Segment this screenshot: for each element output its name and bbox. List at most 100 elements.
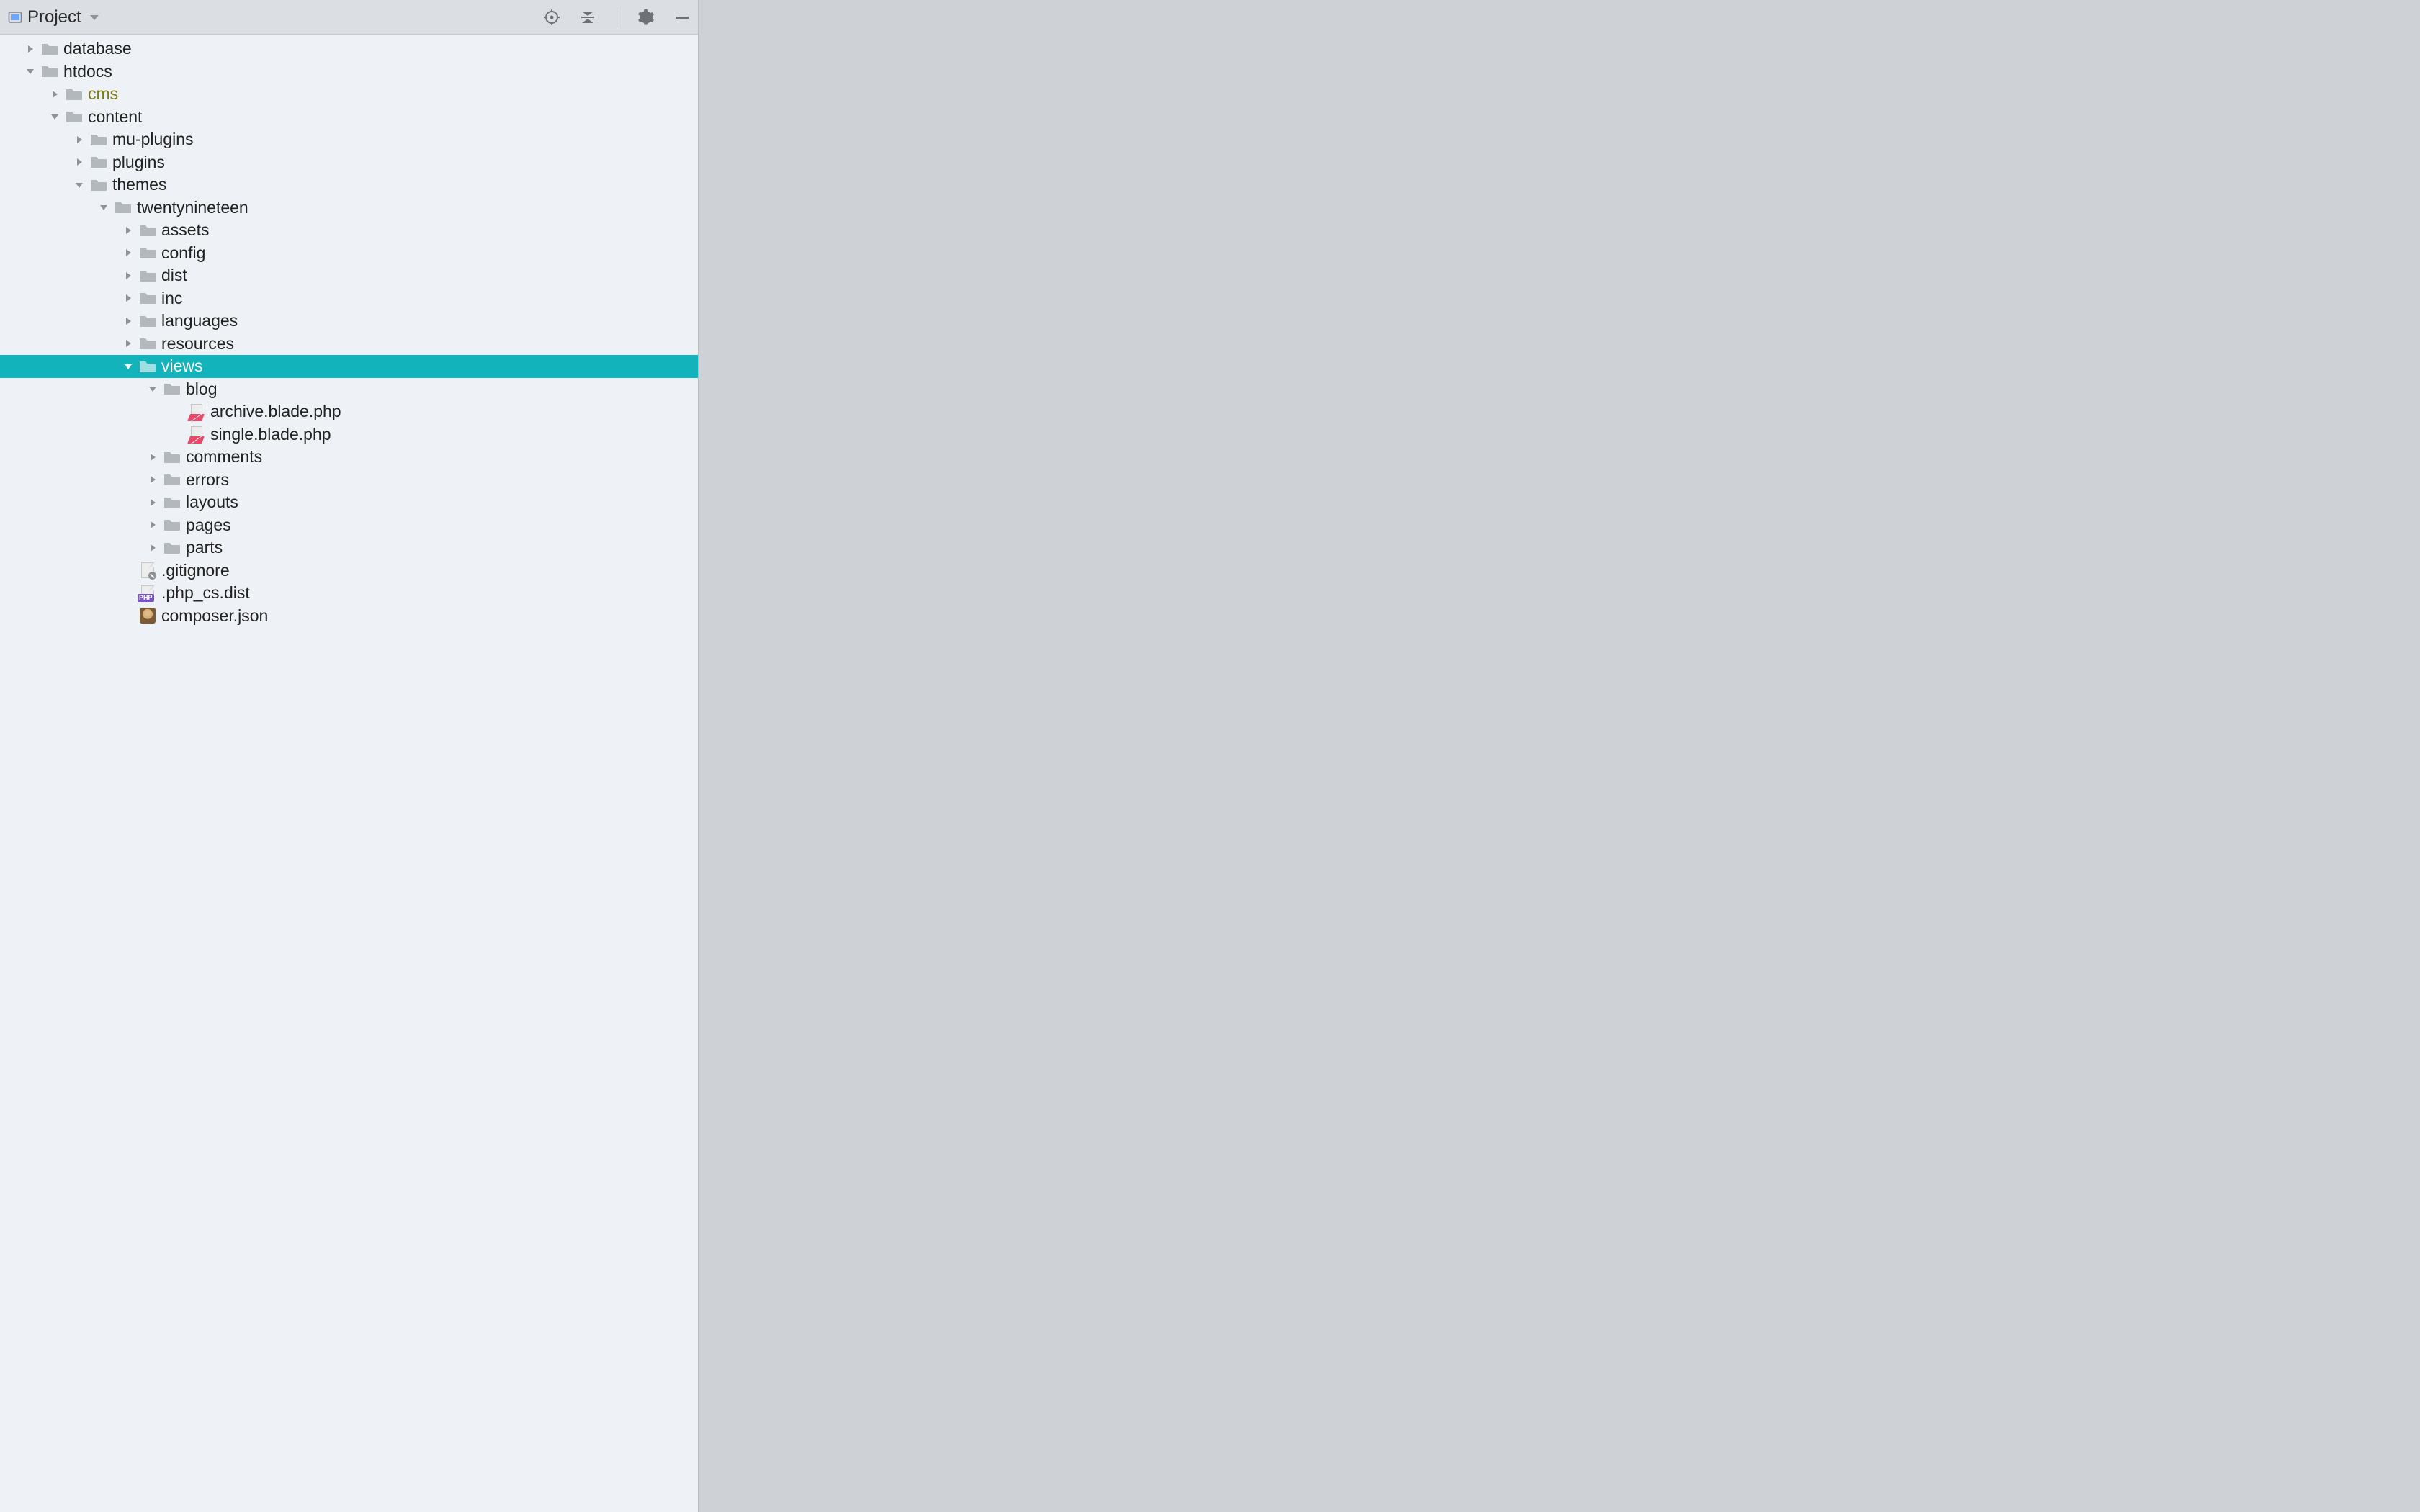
chevron-right-icon[interactable]	[145, 498, 160, 508]
tree-folder[interactable]: views	[0, 355, 698, 378]
tree-folder[interactable]: htdocs	[0, 60, 698, 84]
tree-item-label: .php_cs.dist	[161, 583, 250, 603]
chevron-down-icon[interactable]	[72, 180, 86, 190]
tree-item-label: database	[63, 39, 132, 58]
tree-item-label: cms	[88, 84, 118, 104]
editor-area	[699, 0, 2420, 1512]
project-panel-header: Project	[0, 0, 698, 35]
chevron-down-icon[interactable]	[97, 202, 111, 212]
tree-item-label: resources	[161, 334, 234, 354]
tree-file[interactable]: archive.blade.php	[0, 400, 698, 423]
settings-button[interactable]	[636, 7, 656, 27]
tree-item-label: languages	[161, 311, 238, 330]
tree-folder[interactable]: assets	[0, 219, 698, 242]
tree-item-label: pages	[186, 516, 231, 535]
tree-item-label: views	[161, 356, 203, 376]
chevron-right-icon[interactable]	[48, 89, 62, 99]
tree-item-label: dist	[161, 266, 187, 285]
tree-folder[interactable]: twentynineteen	[0, 197, 698, 220]
project-tool-window: Project	[0, 0, 699, 1512]
tree-item-label: single.blade.php	[210, 425, 331, 444]
chevron-right-icon[interactable]	[121, 293, 135, 303]
project-tree[interactable]: database htdocscms content mu-plugins plugin…	[0, 35, 698, 1512]
tree-folder[interactable]: cms	[0, 83, 698, 106]
tree-folder[interactable]: themes	[0, 174, 698, 197]
folder-icon	[163, 495, 182, 510]
blade-file-icon	[187, 426, 206, 442]
chevron-right-icon[interactable]	[121, 338, 135, 348]
folder-icon	[163, 449, 182, 465]
tree-folder[interactable]: blog	[0, 378, 698, 401]
blade-file-icon	[187, 404, 206, 420]
project-view-icon	[7, 9, 23, 25]
tree-folder[interactable]: inc	[0, 287, 698, 310]
panel-title: Project	[27, 7, 81, 27]
folder-icon	[65, 86, 84, 102]
tree-folder[interactable]: plugins	[0, 151, 698, 174]
tree-item-label: .gitignore	[161, 561, 230, 580]
tree-item-label: assets	[161, 220, 209, 240]
tree-folder[interactable]: dist	[0, 264, 698, 287]
chevron-right-icon[interactable]	[145, 543, 160, 553]
tree-item-label: twentynineteen	[137, 198, 248, 217]
tree-file[interactable]: .gitignore	[0, 559, 698, 582]
tree-item-label: inc	[161, 289, 182, 308]
folder-icon	[138, 222, 157, 238]
php_dist-file-icon: PHP	[138, 585, 157, 601]
tree-folder[interactable]: comments	[0, 446, 698, 469]
tree-item-label: archive.blade.php	[210, 402, 341, 421]
folder-icon	[163, 517, 182, 533]
folder-icon	[89, 177, 108, 193]
folder-icon	[65, 109, 84, 125]
folder-icon	[138, 336, 157, 351]
tree-item-label: blog	[186, 379, 217, 399]
chevron-right-icon[interactable]	[121, 271, 135, 281]
tree-item-label: parts	[186, 538, 223, 557]
chevron-right-icon[interactable]	[72, 135, 86, 145]
folder-icon	[138, 245, 157, 261]
scope-target-button[interactable]	[542, 7, 562, 27]
chevron-down-icon[interactable]	[23, 66, 37, 76]
tree-file[interactable]: single.blade.php	[0, 423, 698, 446]
tree-file[interactable]: PHP.php_cs.dist	[0, 582, 698, 605]
tree-folder[interactable]: pages	[0, 514, 698, 537]
tree-folder[interactable]: mu-plugins	[0, 128, 698, 151]
tree-folder[interactable]: languages	[0, 310, 698, 333]
tree-item-label: mu-plugins	[112, 130, 194, 149]
chevron-right-icon[interactable]	[72, 157, 86, 167]
folder-icon	[163, 381, 182, 397]
folder-icon	[89, 132, 108, 148]
tree-item-label: config	[161, 243, 205, 263]
chevron-right-icon[interactable]	[121, 248, 135, 258]
tree-folder[interactable]: resources	[0, 333, 698, 356]
panel-actions	[542, 7, 692, 27]
tree-folder[interactable]: errors	[0, 469, 698, 492]
chevron-down-icon[interactable]	[48, 112, 62, 122]
folder-icon	[163, 472, 182, 487]
tree-item-label: content	[88, 107, 142, 127]
composer-file-icon	[138, 608, 157, 624]
chevron-right-icon[interactable]	[145, 474, 160, 485]
tree-item-label: comments	[186, 447, 262, 467]
chevron-right-icon[interactable]	[23, 44, 37, 54]
tree-folder[interactable]: layouts	[0, 491, 698, 514]
chevron-down-icon[interactable]	[121, 361, 135, 372]
folder-icon	[138, 313, 157, 329]
tree-file[interactable]: composer.json	[0, 605, 698, 628]
folder-icon	[40, 63, 59, 79]
collapse-all-button[interactable]	[578, 7, 598, 27]
folder-icon	[163, 540, 182, 556]
tree-folder[interactable]: config	[0, 242, 698, 265]
chevron-down-icon[interactable]	[145, 384, 160, 394]
tree-folder[interactable]: content	[0, 106, 698, 129]
hide-button[interactable]	[672, 7, 692, 27]
chevron-right-icon[interactable]	[145, 452, 160, 462]
folder-icon	[40, 41, 59, 57]
folder-icon	[114, 199, 133, 215]
chevron-right-icon[interactable]	[121, 316, 135, 326]
tree-folder[interactable]: database	[0, 37, 698, 60]
project-view-selector[interactable]: Project	[7, 7, 537, 27]
chevron-right-icon[interactable]	[145, 520, 160, 530]
chevron-right-icon[interactable]	[121, 225, 135, 235]
tree-folder[interactable]: parts	[0, 536, 698, 559]
